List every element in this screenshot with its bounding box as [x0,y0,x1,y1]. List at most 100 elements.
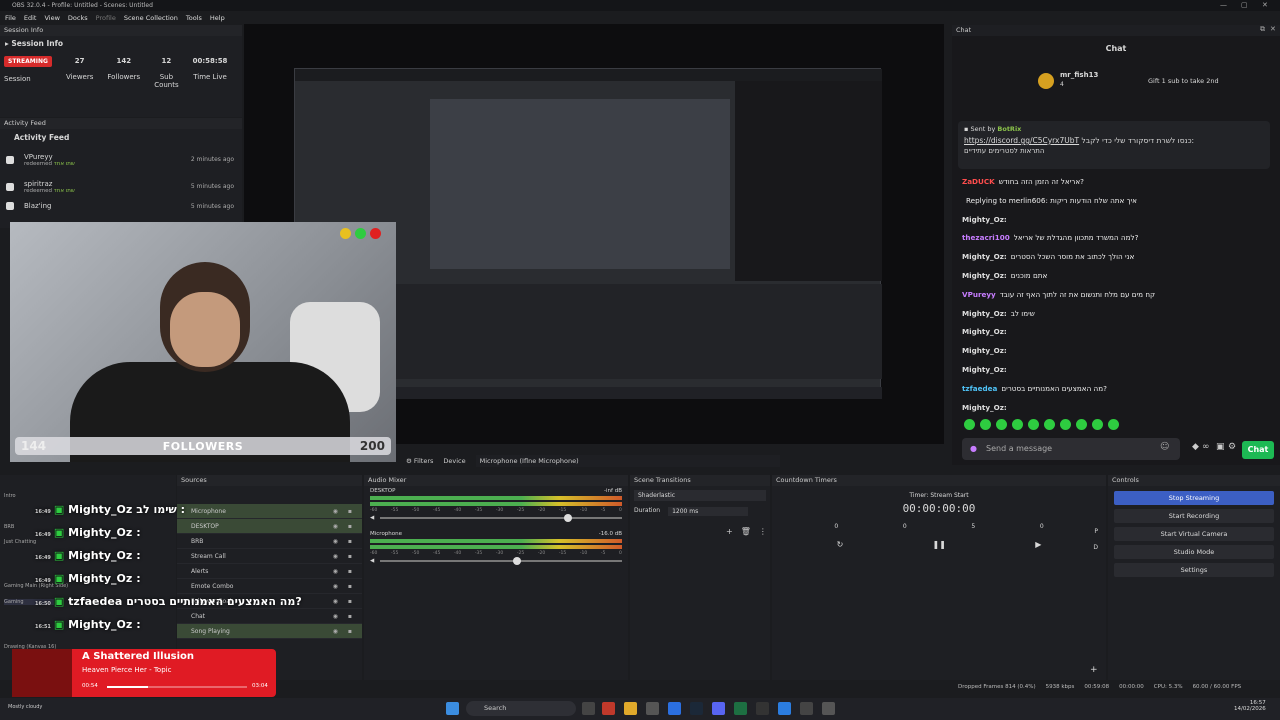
lock-icon[interactable]: ▪ [348,624,352,639]
eye-icon[interactable]: ◉ [333,624,338,639]
chat-username[interactable]: Mighty_Oz: [962,327,1007,336]
hours-input[interactable]: 0 [834,523,838,530]
transition-select[interactable]: Shaderlastic [634,490,766,501]
menu-edit[interactable]: Edit [24,12,37,24]
chat-username[interactable]: Mighty_Oz: [962,403,1007,412]
pause-icon[interactable]: ❚❚ [933,540,946,549]
settings-gear-icon[interactable]: ⚙ [1228,442,1236,452]
eye-icon[interactable]: ◉ [333,594,338,609]
excel-icon[interactable] [734,702,747,715]
scene-item[interactable]: BRB [4,524,14,530]
gift-icon[interactable]: ▣ [1216,442,1225,452]
browser-icon[interactable] [602,702,615,715]
add-timer-icon[interactable]: + [1090,665,1098,675]
lock-icon[interactable]: ▪ [348,549,352,564]
eye-icon[interactable]: ◉ [333,609,338,624]
taskbar-search[interactable]: Search [466,701,576,716]
add-icon[interactable]: + [726,527,733,536]
emote-picker-icon[interactable]: ☺ [1160,442,1169,452]
menu-help[interactable]: Help [210,12,225,24]
more-icon[interactable]: ⋮ [759,527,767,536]
eye-icon[interactable]: ◉ [333,579,338,594]
emote-icon[interactable] [1076,419,1087,430]
emote-icon[interactable] [1012,419,1023,430]
filters-button[interactable]: ⚙ Filters [406,457,433,465]
task-view-icon[interactable] [582,702,595,715]
settings-button[interactable]: Settings [1114,563,1274,577]
start-recording-button[interactable]: Start Recording [1114,509,1274,523]
reset-icon[interactable]: ↻ [837,540,844,549]
emote-icon[interactable] [1060,419,1071,430]
app-icon[interactable] [668,702,681,715]
emote-icon[interactable] [1108,419,1119,430]
folder-icon[interactable] [624,702,637,715]
volume-slider[interactable] [380,557,622,565]
lock-icon[interactable]: ▪ [348,504,352,519]
chat-username[interactable]: thezacri100 [962,233,1010,242]
terminal-icon[interactable] [756,702,769,715]
menu-file[interactable]: File [5,12,16,24]
volume-slider[interactable] [380,514,622,522]
lock-icon[interactable]: ▪ [348,564,352,579]
scene-item[interactable]: Just Chatting [4,539,36,545]
volume-handle[interactable] [563,514,572,522]
emote-icon[interactable] [1028,419,1039,430]
discord-icon[interactable] [712,702,725,715]
maximize-icon[interactable]: ▢ [1241,0,1248,11]
eye-icon[interactable]: ◉ [333,519,338,534]
close-icon[interactable]: ✕ [1262,0,1268,11]
lock-icon[interactable]: ▪ [348,594,352,609]
menu-scene-collection[interactable]: Scene Collection [124,12,178,24]
lock-icon[interactable]: ▪ [348,609,352,624]
discord-link[interactable]: https://discord.gg/C5Cyrx7UbT [964,136,1079,145]
stop-streaming-button[interactable]: Stop Streaming [1114,491,1274,505]
emote-icon[interactable] [1044,419,1055,430]
menu-profile[interactable]: Profile [96,12,116,24]
lock-icon[interactable]: ▪ [348,519,352,534]
emote-icon[interactable] [996,419,1007,430]
emote-icon[interactable] [1092,419,1103,430]
lock-icon[interactable]: ▪ [348,579,352,594]
weather-widget[interactable]: Mostly cloudy [8,704,42,710]
vscode-icon[interactable] [778,702,791,715]
obs-icon[interactable] [646,702,659,715]
chat-input[interactable]: ● Send a message [962,438,1180,460]
eye-icon[interactable]: ◉ [333,564,338,579]
chat-username[interactable]: Mighty_Oz: [962,271,1007,280]
emote-icon[interactable] [980,419,991,430]
chat-username[interactable]: Mighty_Oz: [962,346,1007,355]
dock-close-icon[interactable]: ✕ [1270,25,1276,33]
scene-item[interactable]: Intro [4,493,16,499]
menu-docks[interactable]: Docks [68,12,88,24]
volume-handle[interactable] [513,557,522,565]
menu-view[interactable]: View [44,12,59,24]
duration-input[interactable]: 1200 ms [668,507,749,516]
chat-username[interactable]: ZaDUCK [962,177,995,186]
minutes-input[interactable]: 0 [903,523,907,530]
start-virtual-camera-button[interactable]: Start Virtual Camera [1114,527,1274,541]
chat-username[interactable]: Mighty_Oz: [962,215,1007,224]
emote-icon[interactable] [964,419,975,430]
eye-icon[interactable]: ◉ [333,504,338,519]
chat-username[interactable]: VPureyy [962,290,996,299]
speaker-icon[interactable]: ◀ [370,558,374,564]
microphone-icon[interactable]: ● [970,438,977,460]
infinity-icon[interactable]: ∞ [1202,442,1210,452]
chat-username[interactable]: tzfaedea [962,384,997,393]
minimize-icon[interactable]: — [1220,0,1227,11]
start-icon[interactable] [446,702,459,715]
eye-icon[interactable]: ◉ [333,549,338,564]
eye-icon[interactable]: ◉ [333,534,338,549]
chat-username[interactable]: Mighty_Oz: [962,309,1007,318]
app-icon[interactable] [800,702,813,715]
lock-icon[interactable]: ▪ [348,534,352,549]
seconds-input[interactable]: 5 [971,523,975,530]
delete-icon[interactable]: 🗑 [741,527,751,536]
dock-undock-icon[interactable]: ⧉ [1260,25,1265,34]
steam-icon[interactable] [690,702,703,715]
bits-icon[interactable]: ◆ [1192,442,1199,452]
ms-input[interactable]: 0 [1040,523,1044,530]
speaker-icon[interactable]: ◀ [370,515,374,521]
device-select[interactable]: Microphone (Iflne Microphone) [475,455,780,467]
menu-tools[interactable]: Tools [186,12,202,24]
